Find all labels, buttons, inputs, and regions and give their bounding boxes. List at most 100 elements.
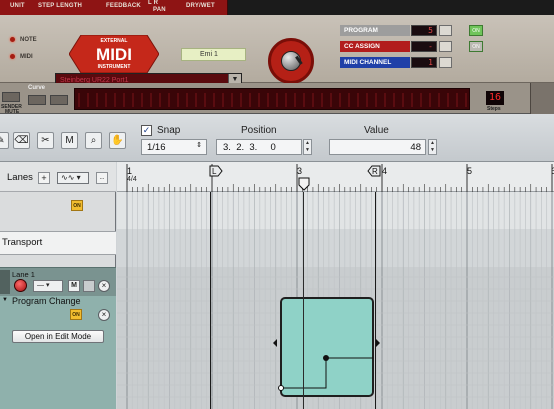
external-midi-logo: EXTERNAL MIDI INSTRUMENT (69, 35, 159, 73)
eraser-tool-icon[interactable]: ⌫ (13, 132, 30, 149)
step-grid (78, 93, 467, 107)
automation-wave-icon: ∿∿ ▾ (61, 173, 81, 182)
automation-point-selected (323, 355, 329, 361)
param-label-2: MIDI CHANNEL (340, 57, 410, 68)
lane-type-dropdown[interactable]: ∿∿ ▾ (57, 172, 89, 184)
mute-tool-icon[interactable]: M (61, 132, 78, 149)
param-spin-1[interactable] (439, 41, 452, 52)
note-led-icon (10, 37, 15, 42)
param-on-button-0[interactable]: ON (469, 25, 483, 36)
reason-window: UNIT STEP LENGTH FEEDBACK L R PAN DRY/WE… (0, 0, 554, 409)
position-label: Position (241, 125, 277, 136)
knob-pointer-icon (295, 55, 303, 65)
loop-left-line (210, 192, 211, 409)
delete-lane-button[interactable]: × (98, 280, 110, 292)
snap-value: 1/16 (147, 142, 166, 153)
loop-left-marker[interactable]: L (209, 165, 223, 177)
program-change-row: ▼ Program Change ON × Open in Edit Mode (0, 296, 116, 409)
position-spinner[interactable]: ▲ ▼ (303, 139, 312, 155)
knob-cap-icon (281, 51, 303, 71)
midi-label: MIDI (20, 54, 33, 60)
record-button[interactable] (14, 279, 27, 292)
step-display[interactable] (74, 88, 470, 110)
param-value-0: 5 (428, 26, 433, 35)
patch-name-display[interactable]: Emi 1 (181, 48, 246, 61)
pan-lr-label: L R (148, 0, 159, 6)
dry-wet-label: DRY/WET (186, 3, 215, 9)
curve-selector[interactable] (28, 95, 46, 105)
feedback-label: FEEDBACK (106, 3, 141, 9)
grid-lines (117, 192, 554, 409)
param-label-0: PROGRAM (340, 25, 410, 36)
editor-toolbar: ✎ ⌫ ✂ M ⌕ ✋ ✓ Snap 1/16 ⇕ Position 3. 2.… (0, 114, 554, 162)
delete-program-change-button[interactable]: × (98, 309, 110, 321)
param-display-1[interactable]: - (411, 41, 437, 52)
lanes-on-button[interactable]: ON (71, 200, 83, 211)
logo-top-text: EXTERNAL (101, 38, 128, 44)
curve-label: Curve (28, 85, 46, 91)
param-spin-2[interactable] (439, 57, 452, 68)
snap-select[interactable]: 1/16 ⇕ (141, 139, 207, 155)
add-lane-button[interactable]: + (38, 172, 50, 184)
curve-button[interactable] (50, 95, 68, 105)
playhead-line (303, 192, 304, 409)
curve-toggle[interactable] (2, 92, 20, 102)
lanes-panel: Lanes + ∿∿ ▾ ... ON Transport Lane 1 — ▾… (0, 162, 116, 409)
pan-label: PAN (153, 7, 166, 13)
midi-led-icon (10, 54, 15, 59)
clip-right-handle-icon (376, 339, 380, 347)
param-display-2[interactable]: 1 (411, 57, 437, 68)
loop-left-label: L (212, 167, 217, 176)
solo-lane-button[interactable] (83, 280, 95, 292)
lanes-header: Lanes + ∿∿ ▾ ... (0, 162, 116, 192)
loop-right-label: R (372, 167, 378, 176)
ruler-ticks: L R (126, 164, 553, 192)
unit-label: UNIT (10, 3, 25, 9)
loop-right-marker[interactable]: R (367, 165, 381, 177)
param-on-button-1[interactable]: ON (469, 41, 483, 52)
updown-arrows-icon: ⇕ (196, 142, 202, 149)
param-label-1: CC ASSIGN (340, 41, 410, 52)
magnify-tool-icon[interactable]: ⌕ (85, 132, 102, 149)
more-button[interactable]: ... (96, 172, 108, 184)
pencil-tool-icon[interactable]: ✎ (0, 132, 9, 149)
hand-tool-icon[interactable]: ✋ (109, 132, 126, 149)
lane-dropdown[interactable]: — ▾ (33, 280, 63, 292)
program-change-clip[interactable] (273, 297, 380, 397)
lane-1-block: Lane 1 — ▾ M × ▼ Program Change ON × Ope… (0, 267, 116, 409)
sequencer-grid[interactable] (117, 192, 554, 409)
lanes-label: Lanes (7, 172, 33, 183)
lane-1-header: Lane 1 — ▾ M × (0, 268, 116, 296)
note-label: NOTE (20, 37, 37, 43)
loop-right-line (375, 192, 376, 409)
value-field[interactable]: 48 (329, 139, 426, 155)
value-spinner[interactable]: ▲ ▼ (428, 139, 437, 155)
lane-1-label: Lane 1 (12, 270, 35, 279)
collapse-triangle-icon[interactable]: ▼ (2, 297, 8, 303)
param-display-0[interactable]: 5 (411, 25, 437, 36)
logo-main-text: MIDI (96, 45, 132, 64)
snap-checkbox[interactable]: ✓ (141, 125, 152, 136)
timeline-ruler[interactable]: 4/4 1 2 3 4 5 6 L R (117, 162, 554, 192)
param-spin-0[interactable] (439, 25, 452, 36)
lane-grip[interactable] (0, 270, 10, 294)
steps-caption: Steps (487, 106, 501, 112)
cc-knob[interactable] (268, 38, 314, 84)
step-length-label: STEP LENGTH (38, 3, 83, 9)
position-field[interactable]: 3. 2. 3. 0 (216, 139, 302, 155)
steps-display[interactable]: 16 (486, 91, 504, 105)
razor-tool-icon[interactable]: ✂ (37, 132, 54, 149)
transport-track[interactable]: Transport (0, 231, 116, 255)
dash-icon: — ▾ (37, 282, 50, 289)
clip-body (280, 297, 374, 397)
snap-label: Snap (157, 125, 181, 136)
param-value-2: 1 (428, 58, 433, 67)
logo-bottom-text: INSTRUMENT (98, 64, 131, 70)
sequencer-device: Curve SENDER MUTE 16 Steps (0, 83, 554, 115)
clip-left-handle-icon (273, 339, 277, 347)
program-change-on-button[interactable]: ON (70, 309, 82, 320)
param-value-1: - (428, 42, 433, 51)
open-in-edit-mode-button[interactable]: Open in Edit Mode (12, 330, 104, 343)
mute-lane-button[interactable]: M (68, 280, 80, 292)
external-midi-instrument-device: NOTE MIDI EXTERNAL MIDI INSTRUMENT Emi 1… (0, 15, 554, 87)
